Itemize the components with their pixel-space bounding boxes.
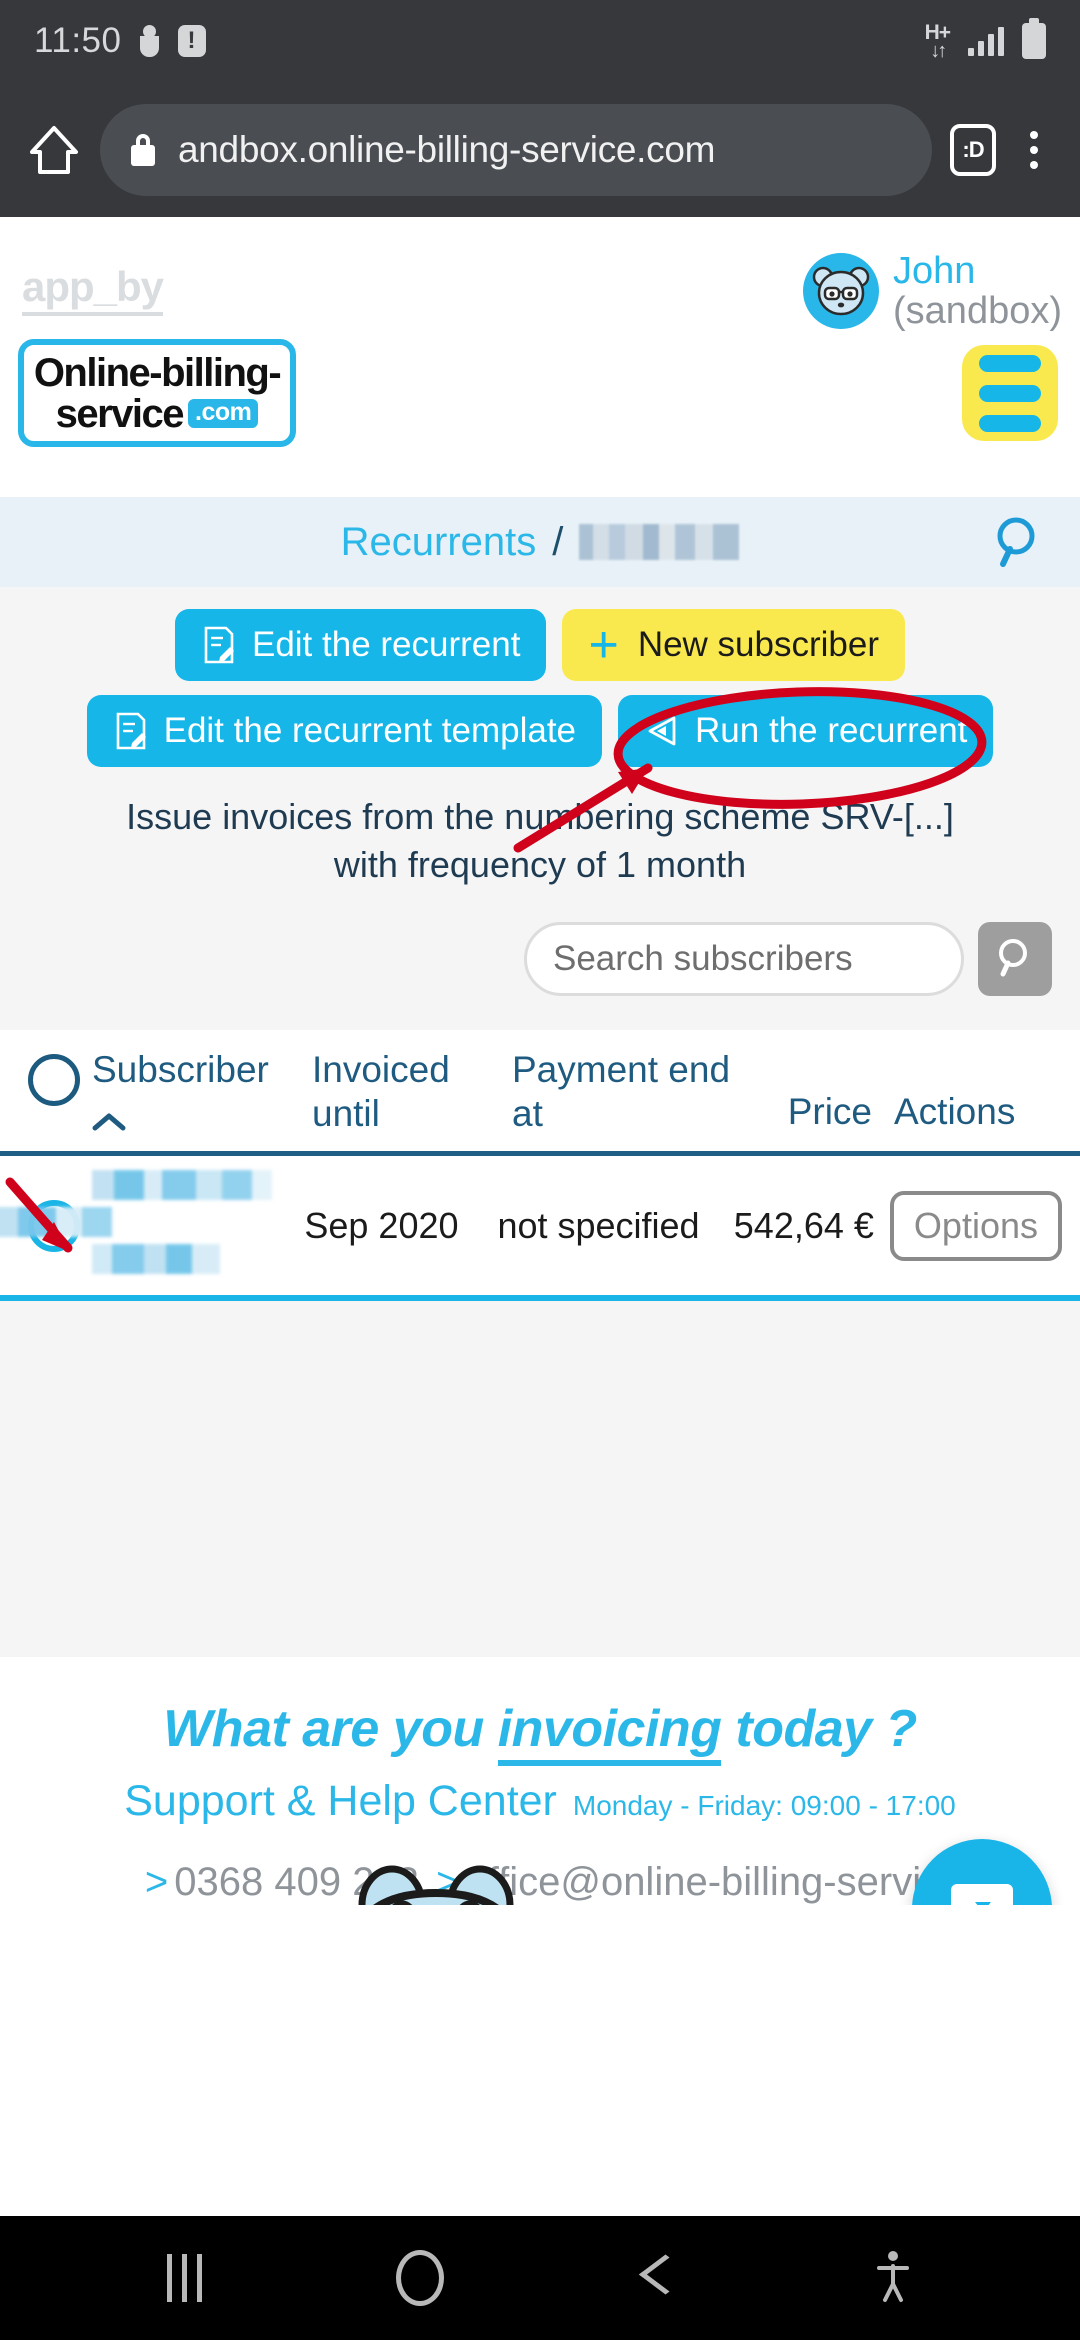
action-row-2: Edit the recurrent template Run the recu…	[86, 695, 994, 767]
user-account-block[interactable]: John (sandbox)	[803, 251, 1062, 332]
url-text: andbox.online-billing-service.com	[178, 128, 716, 170]
web-page: app_by Online-billing- service .com John…	[0, 217, 1080, 2216]
subscriber-search-row	[28, 922, 1052, 997]
recents-icon[interactable]	[167, 2254, 203, 2302]
action-row-1: Edit the recurrent + New subscriber	[174, 609, 906, 681]
tab-counter-button[interactable]: :D	[950, 123, 996, 176]
chevron-right-icon: >	[144, 1860, 169, 1904]
support-hours: Monday - Friday: 09:00 - 17:00	[572, 1790, 956, 1821]
footer-headline-d: today ?	[721, 1700, 917, 1758]
new-subscriber-button[interactable]: + New subscriber	[562, 609, 906, 681]
status-bar-left: 11:50 !	[34, 21, 206, 61]
edit-recurrent-template-button[interactable]: Edit the recurrent template	[86, 695, 603, 767]
android-status-bar: 11:50 ! H+ ↓↑	[0, 0, 1080, 82]
table-row[interactable]: Sep 2020 not specified 542,64 € Options	[0, 1156, 1080, 1295]
snowman-icon	[138, 25, 162, 57]
bear-avatar-icon	[803, 253, 880, 330]
cell-invoiced-until: Sep 2020	[304, 1204, 459, 1246]
status-bar-clock: 11:50	[34, 21, 122, 60]
breadcrumb-parent-link[interactable]: Recurrents	[341, 520, 537, 565]
footer-headline-b: you	[392, 1700, 498, 1758]
recurrent-description: Issue invoices from the numbering scheme…	[126, 796, 954, 885]
new-subscriber-label: New subscriber	[637, 625, 880, 664]
search-icon[interactable]	[990, 514, 1046, 570]
select-all-circle[interactable]	[28, 1054, 80, 1107]
logo-service-text: service	[55, 391, 185, 436]
cell-subscriber-redacted	[0, 1170, 304, 1281]
logo-line-1: Online-billing-	[33, 350, 282, 395]
chevron-up-icon	[92, 1098, 126, 1131]
kebab-menu-icon[interactable]	[1014, 130, 1054, 169]
app-by-text: app_by	[22, 263, 164, 316]
edit-template-label: Edit the recurrent template	[163, 711, 577, 750]
accessibility-icon[interactable]	[873, 2248, 913, 2309]
android-nav-bar	[0, 2216, 1080, 2340]
edit-document-icon	[201, 625, 237, 665]
edit-recurrent-button[interactable]: Edit the recurrent	[174, 609, 547, 681]
subscribers-table: Subscriber Invoiced until Payment end at…	[0, 1030, 1080, 1302]
footer-headline: What are you invoicing today ?	[0, 1699, 1080, 1766]
signal-icon	[968, 26, 1004, 56]
search-icon	[993, 936, 1037, 983]
exclamation-icon: !	[177, 25, 206, 57]
screen-root: 11:50 ! H+ ↓↑ andbox.online-billing-serv…	[0, 0, 1080, 2340]
breadcrumb-separator: /	[552, 519, 564, 564]
main-content: Edit the recurrent + New subscriber Edit…	[0, 587, 1080, 1657]
footer-headline-c: invoicing	[497, 1700, 722, 1766]
run-recurrent-button[interactable]: Run the recurrent	[618, 695, 994, 767]
edit-recurrent-label: Edit the recurrent	[251, 625, 521, 664]
data-arrows-label: ↓↑	[930, 39, 947, 62]
user-environment: (sandbox)	[893, 290, 1062, 333]
column-header-subscriber-label: Subscriber	[92, 1049, 269, 1091]
home-circle-icon[interactable]	[396, 2250, 445, 2306]
site-header: app_by Online-billing- service .com John…	[0, 217, 1080, 497]
cell-payment-end-at: not specified	[497, 1204, 700, 1246]
run-recurrent-label: Run the recurrent	[695, 711, 968, 750]
column-header-subscriber[interactable]: Subscriber	[92, 1048, 312, 1131]
search-submit-button[interactable]	[978, 922, 1052, 997]
action-buttons: Edit the recurrent + New subscriber Edit…	[0, 609, 1080, 767]
site-footer: What are you invoicing today ? Support &…	[0, 1657, 1080, 1905]
footer-headline-a: What are	[163, 1700, 393, 1758]
back-chevron-icon[interactable]	[639, 2252, 679, 2304]
column-header-payment-end-at: Payment end at	[512, 1049, 731, 1134]
table-header-row: Subscriber Invoiced until Payment end at…	[0, 1030, 1080, 1157]
column-header-price: Price	[787, 1091, 872, 1133]
hplus-data-icon: H+ ↓↑	[925, 22, 951, 62]
cell-price: 542,64 €	[733, 1204, 874, 1246]
logo-line-2: service .com	[55, 391, 259, 436]
column-header-actions: Actions	[894, 1091, 1016, 1133]
edit-document-icon	[113, 711, 149, 751]
app-by-label: app_by	[22, 263, 164, 316]
battery-icon	[1022, 18, 1046, 59]
user-name-block: John (sandbox)	[893, 251, 1062, 332]
breadcrumb-current-redacted	[579, 524, 740, 560]
chat-bubble-icon[interactable]	[912, 1839, 1052, 1905]
column-header-invoiced-until: Invoiced until	[312, 1049, 450, 1134]
hamburger-menu-icon[interactable]	[962, 345, 1058, 441]
logo-tld-badge: .com	[188, 399, 259, 428]
status-bar-right: H+ ↓↑	[925, 18, 1046, 62]
footer-support-row: Support & Help Center Monday - Friday: 0…	[0, 1777, 1080, 1826]
home-icon[interactable]	[26, 122, 82, 178]
bear-mascot-icon	[320, 1853, 650, 1905]
play-icon	[644, 711, 680, 751]
breadcrumb: Recurrents /	[0, 497, 1080, 587]
options-button[interactable]: Options	[889, 1190, 1062, 1261]
site-logo[interactable]: Online-billing- service .com	[18, 339, 296, 447]
lock-icon	[130, 133, 156, 166]
support-title[interactable]: Support & Help Center	[124, 1777, 557, 1826]
url-bar[interactable]: andbox.online-billing-service.com	[100, 103, 932, 196]
search-input[interactable]	[524, 922, 964, 997]
plus-icon: +	[588, 615, 619, 674]
user-name: John	[893, 250, 976, 292]
browser-toolbar: andbox.online-billing-service.com :D	[0, 82, 1080, 217]
